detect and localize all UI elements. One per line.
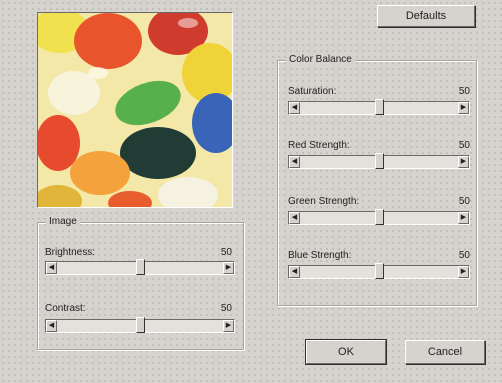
right-arrow-icon[interactable]: ▶ <box>458 156 469 168</box>
red-strength-label: Red Strength: <box>288 140 350 151</box>
left-arrow-icon[interactable]: ◀ <box>289 212 300 224</box>
right-arrow-icon[interactable]: ▶ <box>223 262 234 274</box>
left-arrow-icon[interactable]: ◀ <box>289 156 300 168</box>
left-arrow-icon[interactable]: ◀ <box>46 320 57 332</box>
blue-strength-slider[interactable]: ◀ ▶ <box>288 263 470 279</box>
brightness-slider[interactable]: ◀ ▶ <box>45 259 235 275</box>
red-strength-slider-thumb[interactable] <box>375 153 384 169</box>
right-arrow-icon[interactable]: ▶ <box>458 102 469 114</box>
left-arrow-icon[interactable]: ◀ <box>46 262 57 274</box>
left-arrow-icon[interactable]: ◀ <box>289 266 300 278</box>
blue-strength-value: 50 <box>458 250 470 261</box>
defaults-button[interactable]: Defaults <box>377 5 475 27</box>
contrast-value: 50 <box>220 303 232 314</box>
contrast-label: Contrast: <box>45 303 86 314</box>
contrast-slider[interactable]: ◀ ▶ <box>45 317 235 333</box>
red-strength-slider[interactable]: ◀ ▶ <box>288 153 470 169</box>
saturation-label: Saturation: <box>288 86 337 97</box>
right-arrow-icon[interactable]: ▶ <box>223 320 234 332</box>
saturation-slider-thumb[interactable] <box>375 99 384 115</box>
green-strength-label: Green Strength: <box>288 196 360 207</box>
red-strength-value: 50 <box>458 140 470 151</box>
color-balance-group: Color Balance Saturation: 50 ◀ ▶ Red Str… <box>277 54 477 306</box>
color-balance-legend: Color Balance <box>286 54 355 65</box>
preview-image <box>37 12 233 208</box>
green-strength-slider-thumb[interactable] <box>375 209 384 225</box>
right-arrow-icon[interactable]: ▶ <box>458 266 469 278</box>
saturation-value: 50 <box>458 86 470 97</box>
brightness-label: Brightness: <box>45 247 96 258</box>
contrast-slider-thumb[interactable] <box>136 317 145 333</box>
image-group-legend: Image <box>46 216 80 227</box>
blue-strength-slider-thumb[interactable] <box>375 263 384 279</box>
jelly-beans-image <box>38 13 232 207</box>
left-arrow-icon[interactable]: ◀ <box>289 102 300 114</box>
brightness-value: 50 <box>220 247 232 258</box>
ok-button[interactable]: OK <box>305 339 387 365</box>
right-arrow-icon[interactable]: ▶ <box>458 212 469 224</box>
saturation-slider[interactable]: ◀ ▶ <box>288 99 470 115</box>
green-strength-value: 50 <box>458 196 470 207</box>
blue-strength-label: Blue Strength: <box>288 250 352 261</box>
cancel-button[interactable]: Cancel <box>405 340 485 364</box>
brightness-slider-thumb[interactable] <box>136 259 145 275</box>
image-group: Image Brightness: 50 ◀ ▶ Contrast: 50 ◀ … <box>37 216 244 350</box>
green-strength-slider[interactable]: ◀ ▶ <box>288 209 470 225</box>
